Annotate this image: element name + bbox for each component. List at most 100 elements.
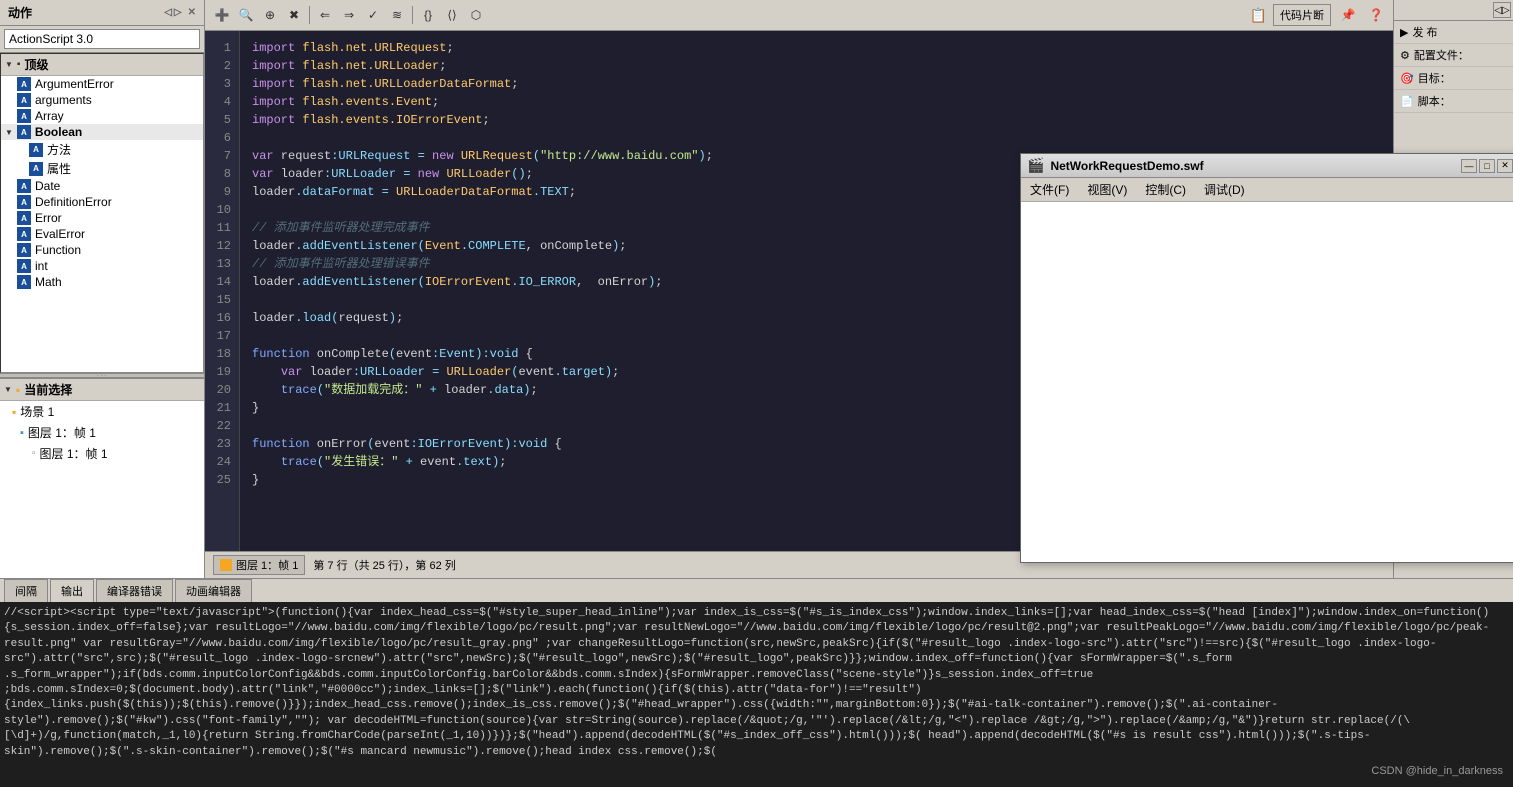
swf-maximize[interactable]: □ [1479,159,1495,173]
pin-btn[interactable]: 📌 [1337,4,1359,26]
tab-compiler-errors[interactable]: 编译器错误 [96,579,173,602]
tree-item-definitionerror[interactable]: A DefinitionError [1,194,203,210]
swf-menu-control-label: 控制(C) [1145,183,1186,197]
expand-btn[interactable]: ⟨⟩ [441,4,463,26]
add-btn[interactable]: ➕ [211,4,233,26]
arrow-right[interactable]: ▷ [174,7,182,18]
swf-menu-debug[interactable]: 调试(D) [1201,180,1248,199]
collapse-icon[interactable]: ▼ [5,60,13,69]
class-icon: A [17,109,31,123]
tree-header-top: ▼ ▪ 顶级 [1,54,203,76]
swf-window-controls: — □ ✕ [1461,159,1513,173]
swf-menu-file[interactable]: 文件(F) [1027,180,1072,199]
tab-output-label: 输出 [61,586,83,598]
target-icon: 🎯 [1400,72,1414,85]
tree-item-argumenterror[interactable]: A ArgumentError [1,76,203,92]
tree-item-evalerror[interactable]: A EvalError [1,226,203,242]
tree-item-function[interactable]: A Function [1,242,203,258]
tree-item-int[interactable]: A int [1,258,203,274]
swf-menu-debug-label: 调试(D) [1204,183,1245,197]
swf-titlebar: 🎬 NetWorkRequestDemo.swf — □ ✕ [1021,154,1513,178]
class-icon: A [29,143,43,157]
tree-item-label: EvalError [35,227,85,241]
right-panel-script[interactable]: 📄 脚本： [1394,90,1513,113]
actions-panel: 动作 ◁ ▷ ✕ ActionScript 3.0 ▼ ▪ 顶级 A Argum… [0,0,205,578]
scene-layer-label: 图层 1：帧 1 [40,445,108,462]
actions-title-text: 动作 [8,4,32,21]
close-btn[interactable]: ✕ [188,7,196,18]
swf-menu-view[interactable]: 视图(V) [1084,180,1130,199]
delete-btn[interactable]: ✖ [283,4,305,26]
swf-menu-control[interactable]: 控制(C) [1142,180,1189,199]
actions-tree-bottom: ▼ ▪ 当前选择 ▪ 场景 1 ▪ 图层 1：帧 1 ▫ 图层 1：帧 1 [0,378,204,578]
tree-item-array[interactable]: A Array [1,108,203,124]
line-numbers: 12345 678910 1112131415 1617181920 21222… [205,31,240,551]
check-syntax-btn[interactable]: ✓ [362,4,384,26]
class-icon: A [17,243,31,257]
debug-btn[interactable]: ⬡ [465,4,487,26]
tree-item-label: arguments [35,93,92,107]
layer-indicator: 图层 1：帧 1 [213,555,305,575]
profile-label: 配置文件： [1414,47,1469,63]
class-icon: A [17,227,31,241]
tab-animation-editor[interactable]: 动画编辑器 [175,579,252,602]
right-panel-profile[interactable]: ⚙ 配置文件： [1394,44,1513,67]
watermark-text: CSDN @hide_in_darkness [1371,765,1503,777]
code-snippet-btn[interactable]: 代码片断 [1273,4,1331,26]
tab-output[interactable]: 输出 [50,579,94,603]
tree-item-boolean-group[interactable]: ▼ A Boolean [1,124,203,140]
tab-interval[interactable]: 间隔 [4,579,48,602]
tree-item-date[interactable]: A Date [1,178,203,194]
collapse-icon-boolean: ▼ [5,128,13,137]
scene-item[interactable]: ▪ 场景 1 [0,401,204,422]
right-panel-target[interactable]: 🎯 目标： [1394,67,1513,90]
class-icon: A [17,125,31,139]
tree-item-label: Boolean [35,125,82,139]
collapse-btn[interactable]: {} [417,4,439,26]
swf-close[interactable]: ✕ [1497,159,1513,173]
layer-color-icon [220,559,232,571]
outdent-btn[interactable]: ⇒ [338,4,360,26]
tree-item-label: Date [35,179,60,193]
scene-layer-item[interactable]: ▫ 图层 1：帧 1 [0,443,204,464]
publish-label: 发 布 [1412,24,1437,40]
window-arrows[interactable]: ◁ ▷ ✕ [164,7,196,18]
actions-title: 动作 ◁ ▷ ✕ [0,0,204,26]
script-version-select[interactable]: ActionScript 3.0 [4,29,200,49]
bottom-output[interactable]: //<script><script type="text/javascript"… [0,602,1513,787]
swf-minimize[interactable]: — [1461,159,1477,173]
script-icon: 📋 [1250,7,1267,24]
arrow-left[interactable]: ◁ [164,7,172,18]
sep1 [309,6,310,24]
layer-item[interactable]: ▪ 图层 1：帧 1 [0,422,204,443]
help-btn[interactable]: ❓ [1365,4,1387,26]
collapse-icon-bottom[interactable]: ▼ [4,385,12,394]
indent-btn[interactable]: ⇐ [314,4,336,26]
frame-icon: ▫ [32,448,36,459]
tree-item-arguments[interactable]: A arguments [1,92,203,108]
class-icon: A [29,162,43,176]
actions-tree-top: ▼ ▪ 顶级 A ArgumentError A arguments A Arr… [0,53,204,373]
find-btn[interactable]: 🔍 [235,4,257,26]
tree-item-boolean-property[interactable]: A 属性 [1,159,203,178]
publish-icon: ▶ [1400,26,1408,39]
scene-icon: ▪ [12,405,16,419]
auto-format-btn[interactable]: ≋ [386,4,408,26]
tree-item-boolean-method[interactable]: A 方法 [1,140,203,159]
right-panel-publish[interactable]: ▶ 发 布 [1394,21,1513,44]
tree-header-bottom: ▼ ▪ 当前选择 [0,379,204,401]
class-icon: A [17,211,31,225]
class-icon: A [17,77,31,91]
insert-btn[interactable]: ⊕ [259,4,281,26]
tree-item-math[interactable]: A Math [1,274,203,290]
right-panel-toggle[interactable]: ◁▷ [1493,2,1511,18]
folder-icon-bottom: ▪ [16,383,20,397]
right-panel-top: ◁▷ [1394,0,1513,21]
class-icon: A [17,275,31,289]
swf-content [1021,202,1513,558]
layer-label: 图层 1：帧 1 [28,424,96,441]
folder-icon-top: ▪ [17,59,21,70]
swf-menubar: 文件(F) 视图(V) 控制(C) 调试(D) [1021,178,1513,202]
tree-item-error[interactable]: A Error [1,210,203,226]
script-right-icon: 📄 [1400,95,1414,108]
